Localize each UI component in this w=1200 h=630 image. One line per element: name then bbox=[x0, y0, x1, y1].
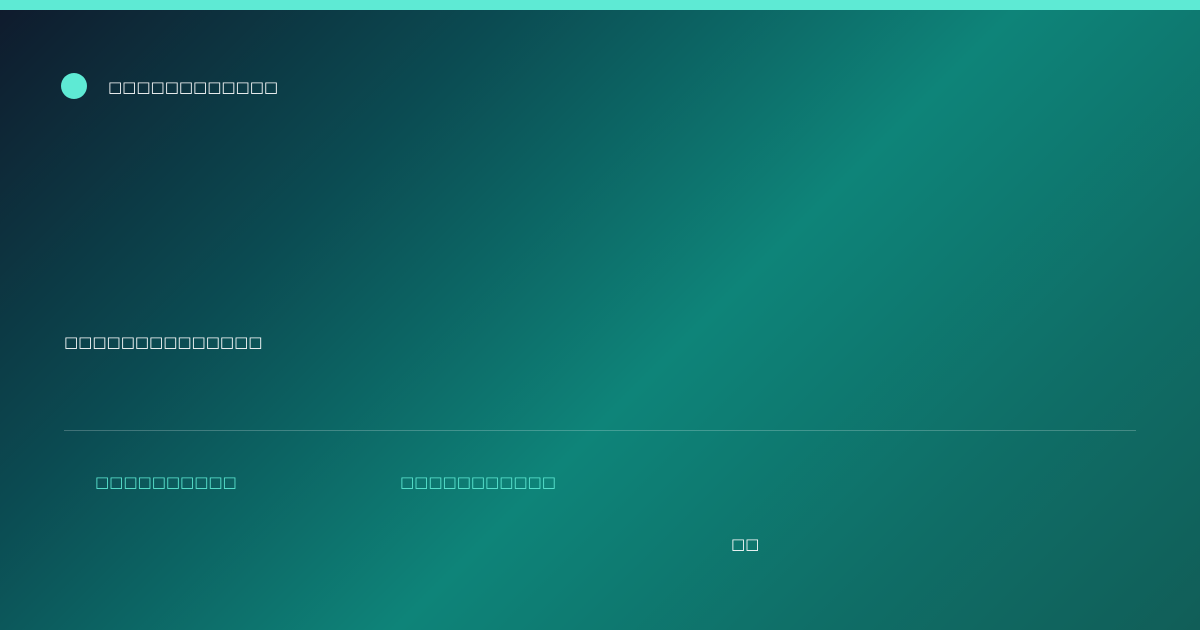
footer-text: □□ bbox=[731, 535, 760, 553]
brand-dot-icon bbox=[61, 73, 87, 99]
top-accent-bar bbox=[0, 0, 1200, 10]
meta-item-2: □□□□□□□□□□□ bbox=[400, 473, 556, 491]
brand-name: □□□□□□□□□□□□ bbox=[108, 78, 279, 96]
meta-item-1: □□□□□□□□□□ bbox=[95, 473, 237, 491]
social-card: □□□□□□□□□□□□ □□□□□□□□□□□□□□ □□□□□□□□□□ □… bbox=[0, 0, 1200, 630]
headline: □□□□□□□□□□□□□□ bbox=[64, 333, 263, 351]
divider bbox=[64, 430, 1136, 431]
